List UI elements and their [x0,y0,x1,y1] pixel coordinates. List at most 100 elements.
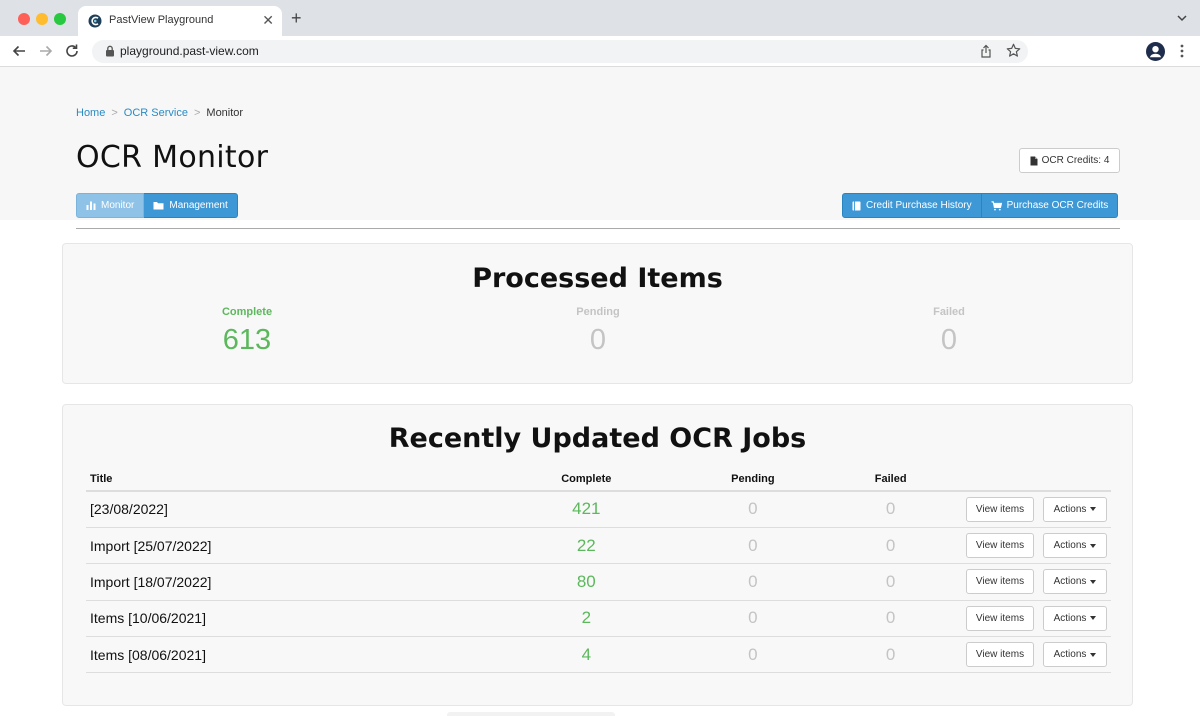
complete-stat-label: Complete [221,306,273,318]
caret-down-icon [1090,543,1097,548]
table-row: [23/08/2022] 421 0 0 View items Actions [86,491,1111,528]
table-row: Items [10/06/2021] 2 0 0 View items Actio… [86,600,1111,638]
forward-arrow-icon[interactable] [37,42,55,60]
actions-dropdown-button[interactable]: Actions [1043,605,1107,631]
view-items-button[interactable]: View items [966,642,1034,668]
back-arrow-icon[interactable] [10,42,28,60]
tab-title: PastView Playground [109,14,214,26]
view-tabs: Monitor Management [76,193,238,218]
lock-icon[interactable] [105,45,115,57]
view-items-button[interactable]: View items [966,533,1034,559]
job-actions-cell: View items Actions [965,600,1111,638]
page-content: Home > OCR Service > Monitor OCR Monitor OCR… [0,68,1200,716]
view-items-button[interactable]: View items [966,569,1034,595]
column-header-title: Title [86,468,483,492]
job-pending-count: 0 [690,636,816,674]
recent-jobs-title: Recently Updated OCR Jobs [388,423,807,454]
caret-down-icon [1090,652,1097,657]
job-pending-count: 0 [690,527,816,565]
column-header-actions [965,468,1111,492]
view-items-button[interactable]: View items [966,496,1034,522]
job-complete-count: 80 [482,563,691,601]
job-complete-count: 421 [482,491,691,528]
job-title: Import [25/07/2022] [86,527,483,565]
page-title: OCR Monitor [76,140,269,175]
maximize-window-button[interactable] [54,13,66,25]
actions-dropdown-label: Actions [1053,503,1087,515]
job-title: Items [08/06/2021] [86,636,483,674]
breadcrumb-separator: > [111,107,118,119]
job-complete-count: 4 [482,636,691,674]
folder-icon [153,202,164,210]
bar-chart-icon [86,201,96,210]
failed-stat-value: 0 [940,324,958,356]
job-pending-count: 0 [690,563,816,601]
profile-avatar-icon[interactable] [1146,42,1165,61]
column-header-complete: Complete [482,468,691,492]
job-failed-count: 0 [815,636,966,674]
processed-items-title: Processed Items [472,263,723,294]
table-row: Items [08/06/2021] 4 0 0 View items Actio… [86,636,1111,674]
job-actions-cell: View items Actions [965,527,1111,565]
document-icon [1030,156,1038,165]
actions-dropdown-label: Actions [1053,576,1087,588]
address-bar[interactable]: playground.past-view.com [92,40,1028,63]
jobs-table: Title Complete Pending Failed [23/08/202… [86,468,1111,674]
job-failed-count: 0 [815,491,966,528]
close-window-button[interactable] [18,13,30,25]
actions-dropdown-button[interactable]: Actions [1043,569,1107,595]
table-row: Import [25/07/2022] 22 0 0 View items Act… [86,527,1111,565]
credit-purchase-history-label: Credit Purchase History [866,200,972,211]
job-actions-cell: View items Actions [965,491,1111,528]
breadcrumb-home-link[interactable]: Home [76,107,105,119]
reload-icon[interactable] [63,42,81,60]
complete-stat: Complete 613 [147,306,347,357]
new-tab-button[interactable]: + [291,8,302,28]
pending-stat: Pending 0 [498,306,698,357]
actions-dropdown-label: Actions [1053,540,1087,552]
breadcrumb-ocr-service-link[interactable]: OCR Service [124,107,188,119]
job-actions-cell: View items Actions [965,563,1111,601]
bookmark-star-icon[interactable] [1006,43,1021,58]
url-text[interactable]: playground.past-view.com [120,44,259,58]
job-actions-cell: View items Actions [965,636,1111,674]
ocr-credits-label: OCR Credits: 4 [1041,155,1110,166]
credits-actions: Credit Purchase History Purchase OCR Cre… [842,193,1119,218]
bottom-edge-element [447,712,615,716]
actions-dropdown-button[interactable]: Actions [1043,533,1107,559]
jobs-table-header: Title Complete Pending Failed [86,468,1111,492]
pending-stat-label: Pending [576,306,620,318]
job-failed-count: 0 [815,600,966,638]
tab-management[interactable]: Management [144,193,238,218]
actions-dropdown-button[interactable]: Actions [1043,496,1107,522]
job-pending-count: 0 [690,491,816,528]
actions-dropdown-label: Actions [1053,649,1087,661]
share-icon[interactable] [979,44,993,58]
pending-stat-value: 0 [589,324,607,356]
minimize-window-button[interactable] [36,13,48,25]
purchase-ocr-credits-button[interactable]: Purchase OCR Credits [981,193,1119,218]
purchase-ocr-credits-label: Purchase OCR Credits [1006,200,1109,211]
credit-purchase-history-button[interactable]: Credit Purchase History [842,193,982,218]
close-tab-icon[interactable]: ✕ [262,11,274,29]
job-title: Import [18/07/2022] [86,563,483,601]
pastview-logo-icon [88,14,102,28]
ocr-credits-button[interactable]: OCR Credits: 4 [1019,148,1120,173]
browser-tab[interactable]: PastView Playground ✕ [78,6,282,36]
job-failed-count: 0 [815,563,966,601]
chevron-down-icon[interactable] [1176,12,1188,24]
failed-stat: Failed 0 [849,306,1049,357]
table-row: Import [18/07/2022] 80 0 0 View items Act… [86,563,1111,601]
tab-monitor[interactable]: Monitor [76,193,145,218]
more-menu-icon[interactable] [1178,43,1186,59]
actions-dropdown-label: Actions [1053,612,1087,624]
view-items-button[interactable]: View items [966,605,1034,631]
tab-monitor-label: Monitor [101,200,135,211]
complete-stat-value: 613 [222,324,272,356]
column-header-failed: Failed [815,468,966,492]
caret-down-icon [1090,507,1097,512]
actions-dropdown-button[interactable]: Actions [1043,642,1107,668]
browser-toolbar: playground.past-view.com [0,36,1200,67]
caret-down-icon [1090,579,1097,584]
tab-management-label: Management [169,200,228,211]
